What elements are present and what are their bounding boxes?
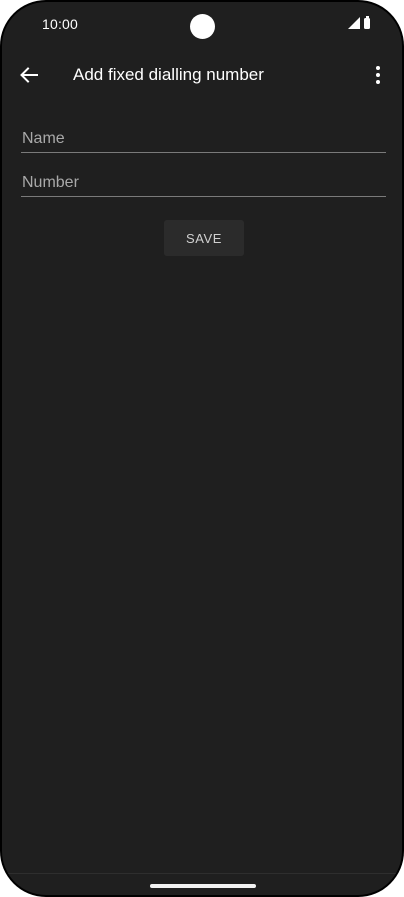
name-underline	[21, 152, 386, 153]
number-underline	[21, 196, 386, 197]
page-title: Add fixed dialling number	[73, 65, 264, 84]
nav-divider	[2, 873, 402, 874]
status-time: 10:00	[42, 16, 79, 32]
home-indicator[interactable]	[150, 884, 256, 888]
more-options-button[interactable]	[372, 64, 384, 86]
number-placeholder: Number	[22, 174, 79, 191]
signal-icon	[348, 17, 360, 29]
camera-cutout	[190, 14, 215, 39]
status-icons	[348, 15, 370, 29]
number-field[interactable]: Number	[21, 174, 386, 197]
device-frame: 10:00 Add fixed dialling number Name Num…	[0, 0, 404, 897]
screen: 10:00 Add fixed dialling number Name Num…	[2, 2, 402, 895]
name-field[interactable]: Name	[21, 130, 386, 153]
save-button[interactable]: SAVE	[164, 220, 244, 256]
battery-icon	[364, 15, 370, 29]
name-placeholder: Name	[22, 130, 65, 147]
arrow-back-icon	[20, 67, 38, 83]
back-button[interactable]	[16, 62, 42, 88]
more-vert-icon	[376, 66, 380, 70]
